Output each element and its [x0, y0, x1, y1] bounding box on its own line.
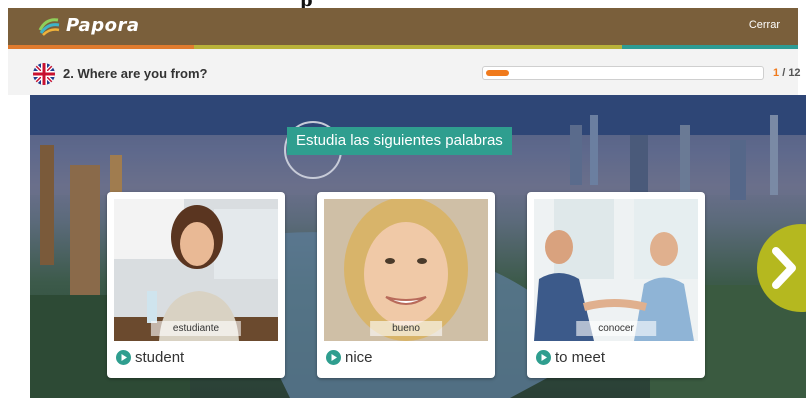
card-caption: bueno [370, 321, 442, 336]
to-meet-photo: conocer [534, 199, 698, 341]
play-icon [326, 350, 341, 365]
card-word: to meet [555, 349, 606, 366]
card-word: nice [345, 349, 373, 366]
progress-total: 12 [788, 67, 801, 79]
papora-logo-icon [38, 17, 60, 36]
progress-current: 1 [773, 67, 780, 79]
student-photo: estudiante [114, 199, 278, 341]
card-caption: estudiante [150, 321, 242, 336]
lesson-progress-fill [486, 70, 509, 76]
united-kingdom-flag-icon [33, 63, 55, 85]
nice-photo: bueno [324, 199, 488, 341]
vocab-card-to-meet[interactable]: conocer to meet [527, 192, 705, 378]
play-icon [536, 350, 551, 365]
app-name: Papora [66, 15, 140, 36]
top-cropped-strip: p [0, 0, 806, 8]
next-button[interactable] [756, 223, 806, 313]
lesson-bar: 2. Where are you from? 1 / 12 [8, 49, 801, 95]
instruction-banner: Estudia las siguientes palabras [287, 127, 512, 155]
vocab-card-nice[interactable]: bueno nice [317, 192, 495, 378]
play-icon [116, 350, 131, 365]
play-word-button[interactable]: nice [326, 349, 373, 366]
card-word: student [135, 349, 185, 366]
card-caption: conocer [576, 321, 656, 336]
progress-counter: 1 / 12 [773, 67, 801, 79]
lesson-title: 2. Where are you from? [63, 66, 208, 81]
close-button[interactable]: Cerrar [749, 19, 780, 31]
play-word-button[interactable]: student [116, 349, 184, 366]
app-logo[interactable]: Papora [38, 15, 139, 36]
app-header: Papora Cerrar [8, 8, 798, 45]
vocab-card-student[interactable]: estudiante student [107, 192, 285, 378]
progress-separator: / [782, 67, 786, 79]
lesson-progress-bar [482, 66, 764, 80]
next-button-circle [757, 224, 806, 312]
play-word-button[interactable]: to meet [536, 349, 605, 366]
exercise-stage: Estudia las siguientes palabras estudian… [30, 95, 806, 398]
